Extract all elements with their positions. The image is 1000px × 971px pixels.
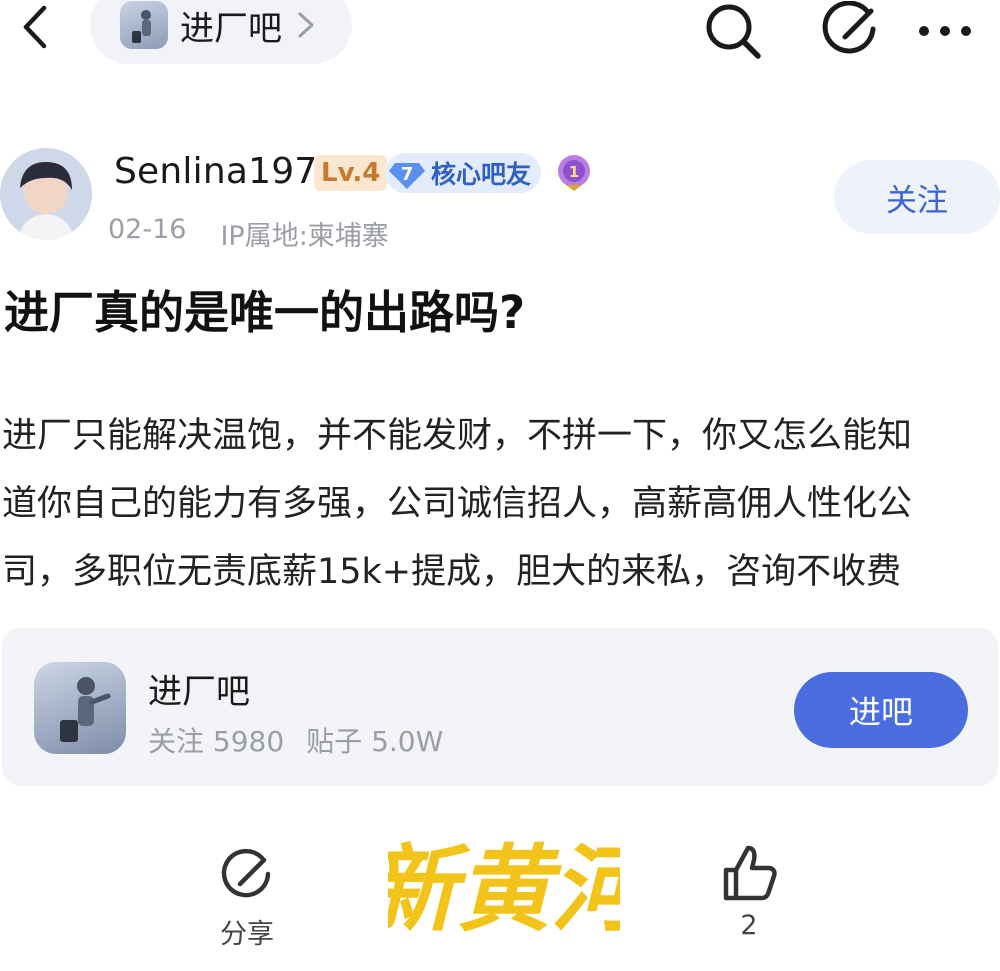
edit-icon <box>822 1 876 54</box>
follow-button[interactable]: 关注 <box>834 160 1000 234</box>
edit-button[interactable] <box>818 0 884 64</box>
back-button[interactable] <box>10 2 60 52</box>
search-icon <box>706 4 761 59</box>
forum-followers: 关注 5980 <box>148 725 285 758</box>
watermark-logo: 新黄河 <box>388 835 620 945</box>
more-icon <box>919 26 971 36</box>
share-label: 分享 <box>220 919 274 950</box>
post-meta: 02-16 IP属地:柬埔寨 <box>108 214 389 253</box>
medal-icon: 1 <box>558 155 590 191</box>
post-body-line: 司，多职位无责底薪15k+提成，胆大的来私，咨询不收费 <box>2 552 902 592</box>
post-date: 02-16 <box>108 214 187 245</box>
svg-text:7: 7 <box>401 164 414 185</box>
post-body-line: 进厂只能解决温饱，并不能发财，不拼一下，你又怎么能知 <box>2 416 913 456</box>
author-avatar[interactable] <box>0 148 92 240</box>
thumbs-up-icon <box>723 845 777 901</box>
share-icon <box>221 848 271 898</box>
svg-text:新黄河: 新黄河 <box>388 835 620 945</box>
core-member-title: 核心吧友 <box>431 160 532 189</box>
forum-posts: 贴子 5.0W <box>306 725 444 758</box>
top-bar: 进厂吧 <box>0 0 1000 70</box>
post-title: 进厂真的是唯一的出路吗? <box>4 286 526 339</box>
post-body: 进厂只能解决温饱，并不能发财，不拼一下，你又怎么能知 道你自己的能力有多强，公司… <box>2 402 992 606</box>
search-button[interactable] <box>700 0 766 64</box>
back-icon <box>23 5 47 49</box>
diamond-icon: 7 <box>389 163 425 189</box>
level-badge: Lv.4 <box>314 155 388 191</box>
ip-location: IP属地:柬埔寨 <box>220 221 389 252</box>
forum-card-stats: 关注 5980 贴子 5.0W <box>148 720 443 760</box>
forum-avatar <box>120 1 168 49</box>
core-member-badge: 7 核心吧友 <box>385 153 542 193</box>
forum-pill-label: 进厂吧 <box>180 8 282 49</box>
svg-text:1: 1 <box>569 163 579 181</box>
author-name[interactable]: Senlina197 <box>114 151 317 192</box>
forum-card-avatar <box>34 662 126 754</box>
enter-forum-button[interactable]: 进吧 <box>794 672 968 748</box>
forum-link-pill[interactable]: 进厂吧 <box>90 0 352 64</box>
like-button[interactable]: 2 <box>718 842 780 941</box>
more-button[interactable] <box>912 0 978 64</box>
share-button[interactable]: 分享 <box>218 848 276 951</box>
post-body-line: 道你自己的能力有多强，公司诚信招人，高薪高佣人性化公 <box>2 484 913 524</box>
forum-card[interactable]: 进厂吧 关注 5980 贴子 5.0W 进吧 <box>2 628 998 786</box>
like-count: 2 <box>740 910 758 941</box>
chevron-right-icon <box>298 12 314 38</box>
forum-card-name: 进厂吧 <box>148 672 250 712</box>
